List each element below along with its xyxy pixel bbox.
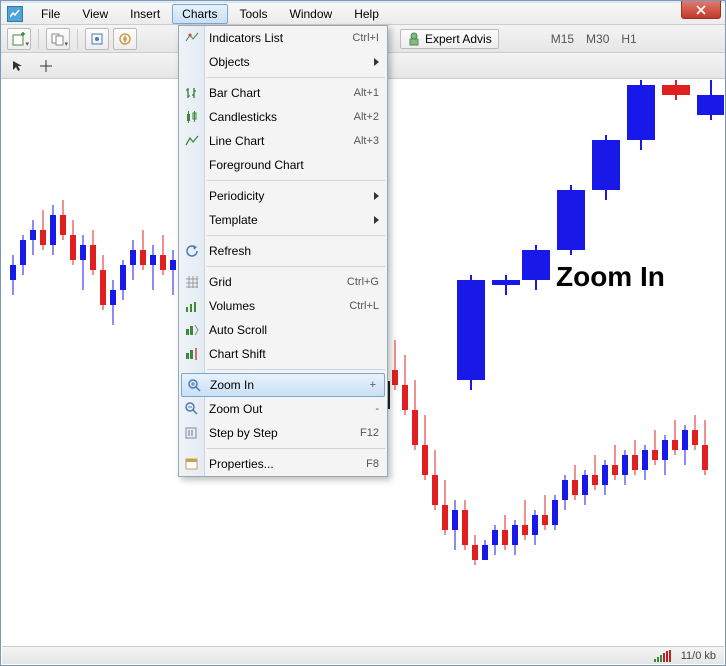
shift-icon — [183, 345, 201, 363]
menu-item-indicators-list[interactable]: Indicators ListCtrl+I — [179, 26, 387, 50]
menu-item-volumes[interactable]: VolumesCtrl+L — [179, 294, 387, 318]
menu-item-zoom-out[interactable]: Zoom Out- — [179, 397, 387, 421]
menu-insert[interactable]: Insert — [120, 4, 170, 24]
submenu-arrow-icon — [374, 58, 379, 66]
status-bar: 11/0 kb — [2, 646, 724, 664]
annotation-label: Zoom In — [556, 261, 665, 293]
line-icon — [183, 132, 201, 150]
indicators-icon — [183, 29, 201, 47]
grid-icon — [183, 273, 201, 291]
app-icon — [7, 6, 23, 22]
new-chart-button[interactable]: ▾ — [7, 28, 31, 50]
window-close-button[interactable] — [681, 1, 721, 19]
bar-icon — [183, 84, 201, 102]
autoscroll-icon — [183, 321, 201, 339]
cursor-tool[interactable] — [7, 56, 29, 76]
blank-icon — [183, 211, 201, 229]
blank-icon — [183, 187, 201, 205]
menu-item-foreground-chart[interactable]: Foreground Chart — [179, 153, 387, 177]
timeframe-m15[interactable]: M15 — [547, 30, 578, 48]
menu-charts[interactable]: Charts — [172, 4, 227, 24]
connection-indicator-icon — [654, 650, 671, 662]
navigator-button[interactable] — [113, 28, 137, 50]
expert-advisors-label: Expert Advis — [425, 32, 492, 46]
menu-item-candlesticks[interactable]: CandlesticksAlt+2 — [179, 105, 387, 129]
menu-item-objects[interactable]: Objects — [179, 50, 387, 74]
submenu-arrow-icon — [374, 216, 379, 224]
charts-dropdown-menu: Indicators ListCtrl+IObjects Bar ChartAlt… — [178, 25, 388, 477]
timeframe-m30[interactable]: M30 — [582, 30, 613, 48]
crosshair-tool[interactable] — [35, 56, 57, 76]
zoomin-icon — [186, 377, 204, 395]
menu-window[interactable]: Window — [280, 4, 343, 24]
menu-bar: File View Insert Charts Tools Window Hel… — [1, 3, 725, 25]
menu-item-template[interactable]: Template — [179, 208, 387, 232]
menu-item-grid[interactable]: GridCtrl+G — [179, 270, 387, 294]
menu-item-properties[interactable]: Properties...F8 — [179, 452, 387, 476]
expert-advisors-button[interactable]: Expert Advis — [400, 29, 499, 49]
profiles-button[interactable]: ▾ — [46, 28, 70, 50]
menu-view[interactable]: View — [72, 4, 118, 24]
menu-item-bar-chart[interactable]: Bar ChartAlt+1 — [179, 81, 387, 105]
menu-item-chart-shift[interactable]: Chart Shift — [179, 342, 387, 366]
menu-help[interactable]: Help — [344, 4, 389, 24]
submenu-arrow-icon — [374, 192, 379, 200]
timeframe-h1[interactable]: H1 — [617, 30, 640, 48]
status-kb: 11/0 kb — [681, 650, 716, 662]
refresh-icon — [183, 242, 201, 260]
props-icon — [183, 455, 201, 473]
menu-item-line-chart[interactable]: Line ChartAlt+3 — [179, 129, 387, 153]
zoomout-icon — [183, 400, 201, 418]
menu-item-refresh[interactable]: Refresh — [179, 239, 387, 263]
candle-icon — [183, 108, 201, 126]
market-watch-button[interactable] — [85, 28, 109, 50]
menu-item-periodicity[interactable]: Periodicity — [179, 184, 387, 208]
blank-icon — [183, 53, 201, 71]
menu-item-zoom-in[interactable]: Zoom In+ — [181, 373, 385, 397]
menu-file[interactable]: File — [31, 4, 70, 24]
menu-tools[interactable]: Tools — [230, 4, 278, 24]
menu-item-step-by-step[interactable]: Step by StepF12 — [179, 421, 387, 445]
step-icon — [183, 424, 201, 442]
blank-icon — [183, 156, 201, 174]
volumes-icon — [183, 297, 201, 315]
menu-item-auto-scroll[interactable]: Auto Scroll — [179, 318, 387, 342]
